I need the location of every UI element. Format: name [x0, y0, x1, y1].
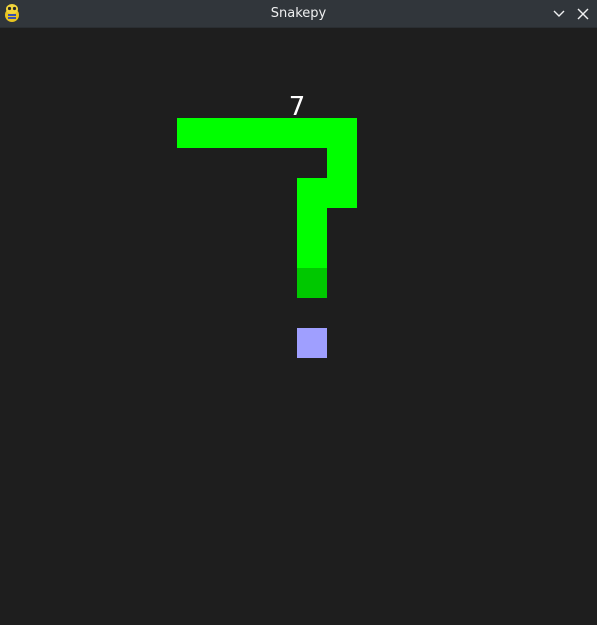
snake-segment — [327, 178, 357, 208]
app-window: Snakepy 7 — [0, 0, 597, 625]
minimize-chevron-icon[interactable] — [549, 4, 569, 24]
snake-tail-segment — [297, 268, 327, 298]
game-board[interactable]: 7 — [0, 28, 597, 625]
snake-segment — [207, 118, 237, 148]
snake-segment — [267, 118, 297, 148]
snake-segment — [297, 178, 327, 208]
snake-segment — [327, 118, 357, 148]
snake-segment — [297, 118, 327, 148]
food-pellet — [297, 328, 327, 358]
window-title: Snakepy — [270, 6, 327, 21]
snake-segment — [327, 148, 357, 178]
snake-segment — [177, 118, 207, 148]
snake-segment — [297, 238, 327, 268]
snake-segment — [297, 208, 327, 238]
score-display: 7 — [288, 92, 306, 122]
close-icon[interactable] — [573, 4, 593, 24]
title-bar[interactable]: Snakepy — [0, 0, 597, 28]
snake-segment — [237, 118, 267, 148]
